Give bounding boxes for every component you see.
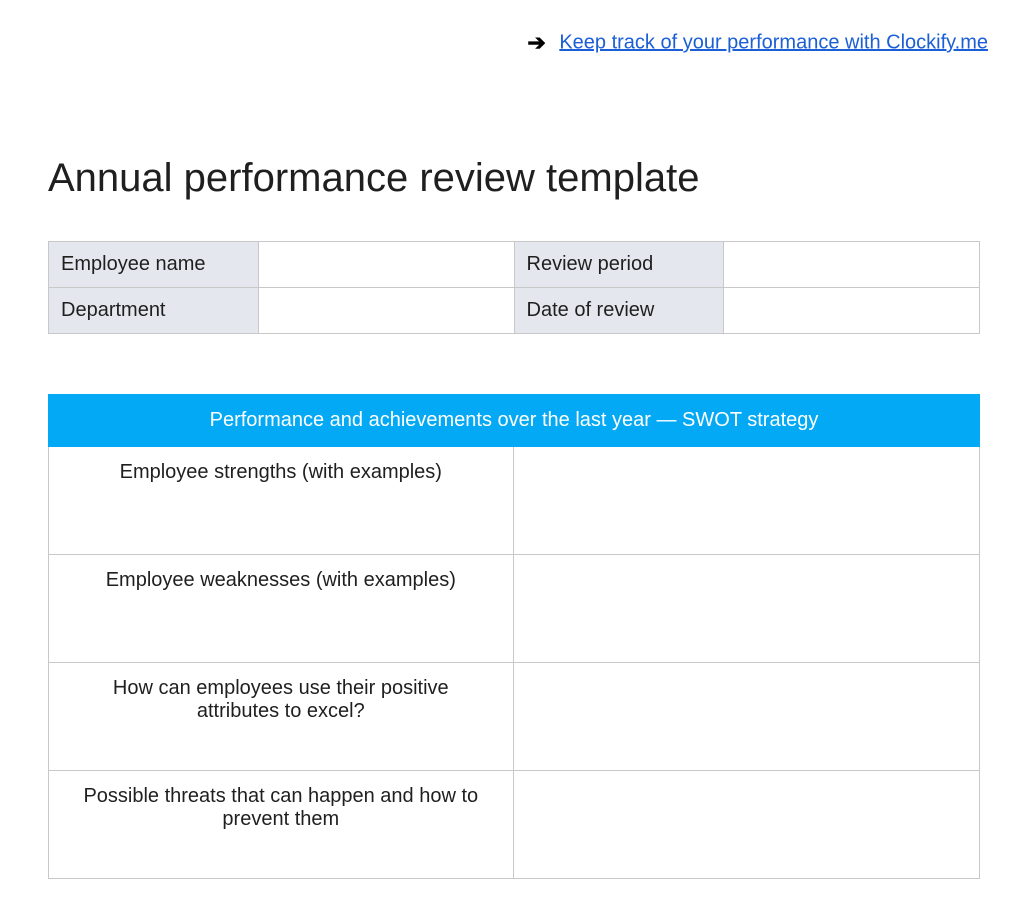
info-row: Department Date of review [49, 288, 980, 334]
swot-row-strengths: Employee strengths (with examples) [49, 447, 980, 555]
swot-label-weaknesses: Employee weaknesses (with examples) [49, 555, 514, 663]
swot-value-weaknesses[interactable] [513, 555, 979, 663]
label-date-of-review: Date of review [514, 288, 724, 334]
swot-row-opportunities: How can employees use their positive att… [49, 663, 980, 771]
label-department: Department [49, 288, 259, 334]
label-employee-name: Employee name [49, 242, 259, 288]
clockify-link[interactable]: Keep track of your performance with Cloc… [559, 31, 988, 53]
swot-label-strengths: Employee strengths (with examples) [49, 447, 514, 555]
value-employee-name[interactable] [258, 242, 514, 288]
value-date-of-review[interactable] [724, 288, 980, 334]
swot-label-threats: Possible threats that can happen and how… [49, 771, 514, 879]
swot-value-threats[interactable] [513, 771, 979, 879]
swot-label-opportunities: How can employees use their positive att… [49, 663, 514, 771]
arrow-right-icon: ➔ [527, 30, 545, 56]
value-review-period[interactable] [724, 242, 980, 288]
label-review-period: Review period [514, 242, 724, 288]
swot-header: Performance and achievements over the la… [49, 395, 980, 447]
page-title: Annual performance review template [48, 156, 1036, 201]
top-link-bar: ➔ Keep track of your performance with Cl… [0, 0, 1036, 56]
swot-row-weaknesses: Employee weaknesses (with examples) [49, 555, 980, 663]
employee-info-table: Employee name Review period Department D… [48, 241, 980, 334]
swot-row-threats: Possible threats that can happen and how… [49, 771, 980, 879]
value-department[interactable] [258, 288, 514, 334]
swot-value-strengths[interactable] [513, 447, 979, 555]
swot-table: Performance and achievements over the la… [48, 394, 980, 879]
info-row: Employee name Review period [49, 242, 980, 288]
swot-value-opportunities[interactable] [513, 663, 979, 771]
